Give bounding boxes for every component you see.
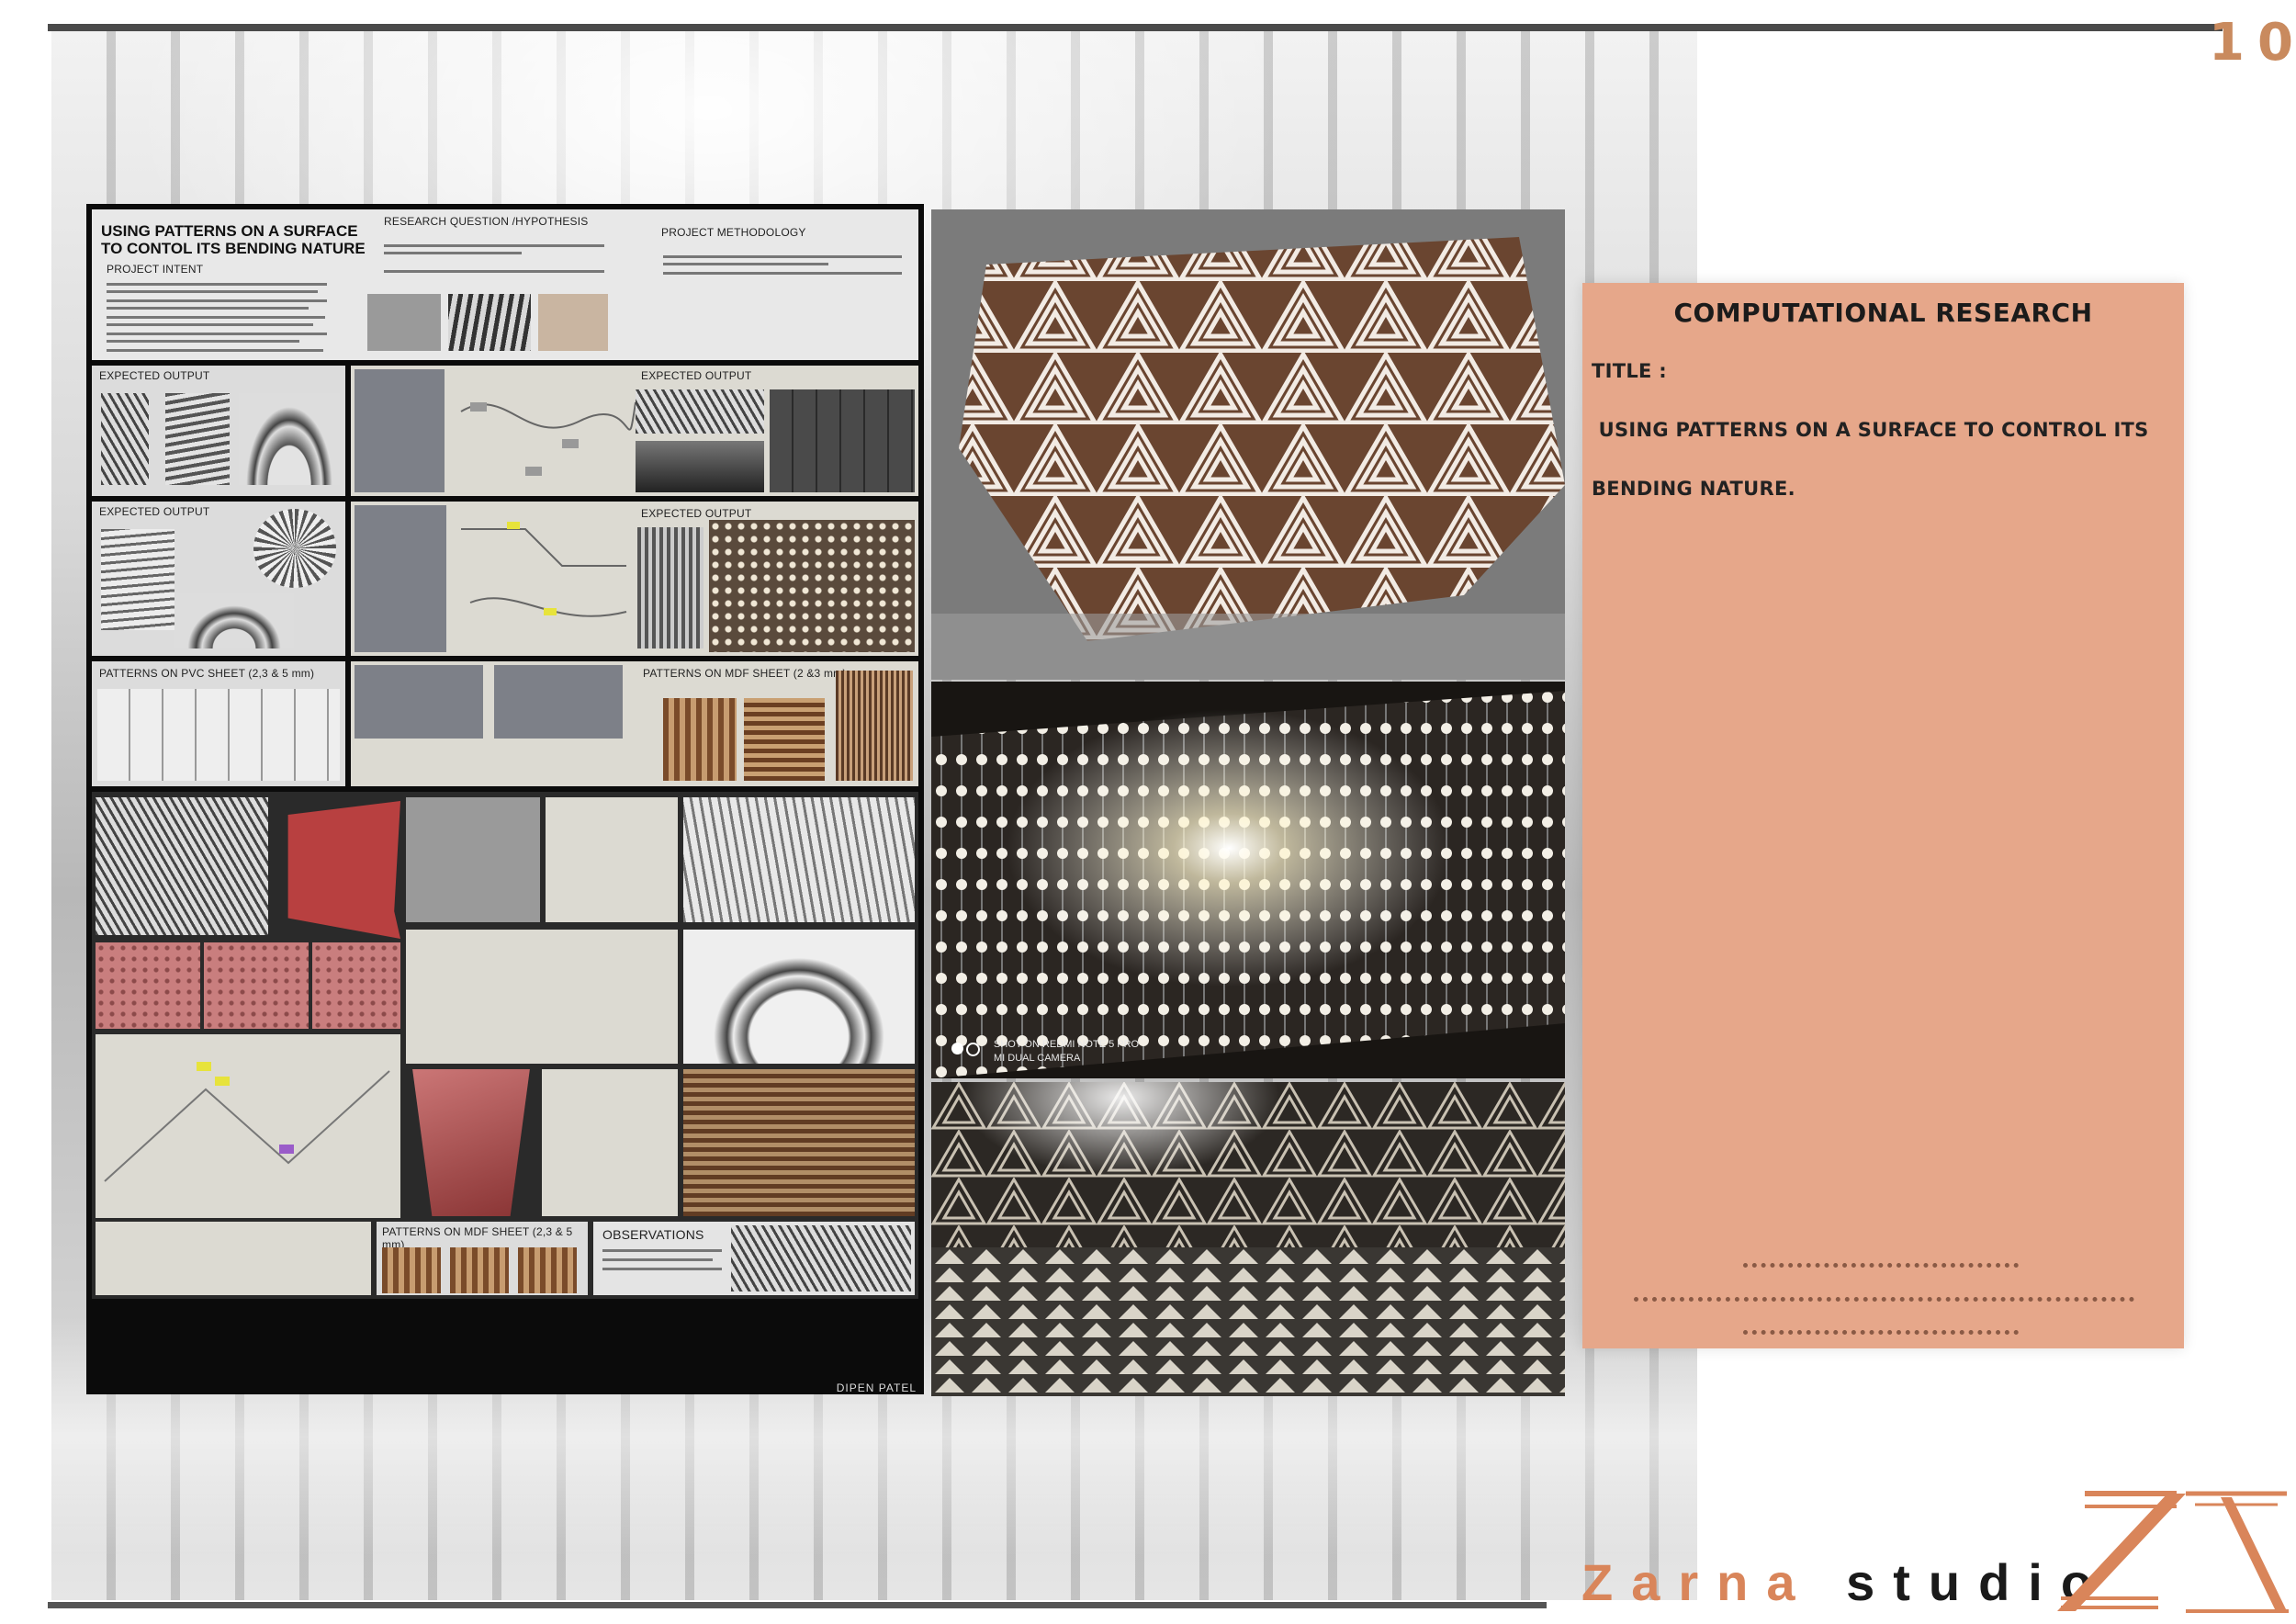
title-text-line2: BENDING NATURE. [1592, 478, 1795, 500]
dotted-line-3 [1743, 1330, 2019, 1335]
pvc-sheet-panel: PATTERNS ON PVC SHEET (2,3 & 5 mm) [92, 661, 345, 786]
expected-output-label-3: EXPECTED OUTPUT [99, 505, 210, 518]
photo-light-pattern [931, 1082, 1565, 1396]
pvc-sheet-label: PATTERNS ON PVC SHEET (2,3 & 5 mm) [99, 667, 315, 680]
camera-dot [951, 1043, 963, 1054]
expected-output-1: EXPECTED OUTPUT [92, 366, 345, 496]
mdf-sheet-label-a: PATTERNS ON MDF SHEET (2 &3 mm) [643, 667, 847, 680]
expected-output-label: EXPECTED OUTPUT [99, 369, 210, 382]
mdf-sheet-panel: PATTERNS ON MDF SHEET (2 &3 mm) [351, 661, 918, 786]
author-signature: DIPEN PATEL [836, 1382, 917, 1394]
logo-name-accent: Zarna [1581, 1553, 1814, 1611]
observations-label: OBSERVATIONS [602, 1227, 704, 1242]
research-poster: USING PATTERNS ON A SURFACE TO CONTOL IT… [86, 204, 924, 1394]
camera-ring [966, 1043, 980, 1056]
title-text-line1: USING PATTERNS ON A SURFACE TO CONTROL I… [1592, 419, 2149, 441]
computational-research-box: COMPUTATIONAL RESEARCH TITLE : USING PAT… [1582, 283, 2184, 1348]
page-number: 10 [2209, 13, 2296, 73]
dotted-line-1 [1743, 1263, 2019, 1268]
photo-triangle-pattern [931, 209, 1565, 680]
top-rule [48, 24, 2223, 31]
photo-perforated-panel: SHOT ON REDMI NOTE 5 PRO MI DUAL CAMERA [931, 682, 1565, 1078]
title-label: TITLE : [1592, 360, 1667, 382]
expected-output-4: EXPECTED OUTPUT [351, 502, 918, 656]
expected-output-label-4: EXPECTED OUTPUT [641, 507, 752, 520]
dotted-line-2 [1634, 1297, 2134, 1302]
box-heading: COMPUTATIONAL RESEARCH [1673, 298, 2093, 328]
expected-output-3: EXPECTED OUTPUT [92, 502, 345, 656]
research-question-label: RESEARCH QUESTION /HYPOTHESIS [384, 215, 589, 228]
experiments-grid: PATTERNS ON MDF SHEET (2,3 & 5 mm) OBSER… [92, 792, 918, 1299]
poster-header: USING PATTERNS ON A SURFACE TO CONTOL IT… [92, 209, 918, 360]
bottom-rule [48, 1602, 1547, 1608]
zs-logo-icon [2057, 1491, 2289, 1613]
studio-logo-text: Zarna studio [1581, 1552, 2110, 1612]
poster-title: USING PATTERNS ON A SURFACE TO CONTOL IT… [101, 222, 366, 257]
expected-output-label-2: EXPECTED OUTPUT [641, 369, 752, 382]
expected-output-2: EXPECTED OUTPUT [351, 366, 918, 496]
photo-caption: SHOT ON REDMI NOTE 5 PRO MI DUAL CAMERA [994, 1039, 1140, 1064]
methodology-label: PROJECT METHODOLOGY [661, 226, 806, 239]
project-intent-label: PROJECT INTENT [107, 263, 204, 276]
